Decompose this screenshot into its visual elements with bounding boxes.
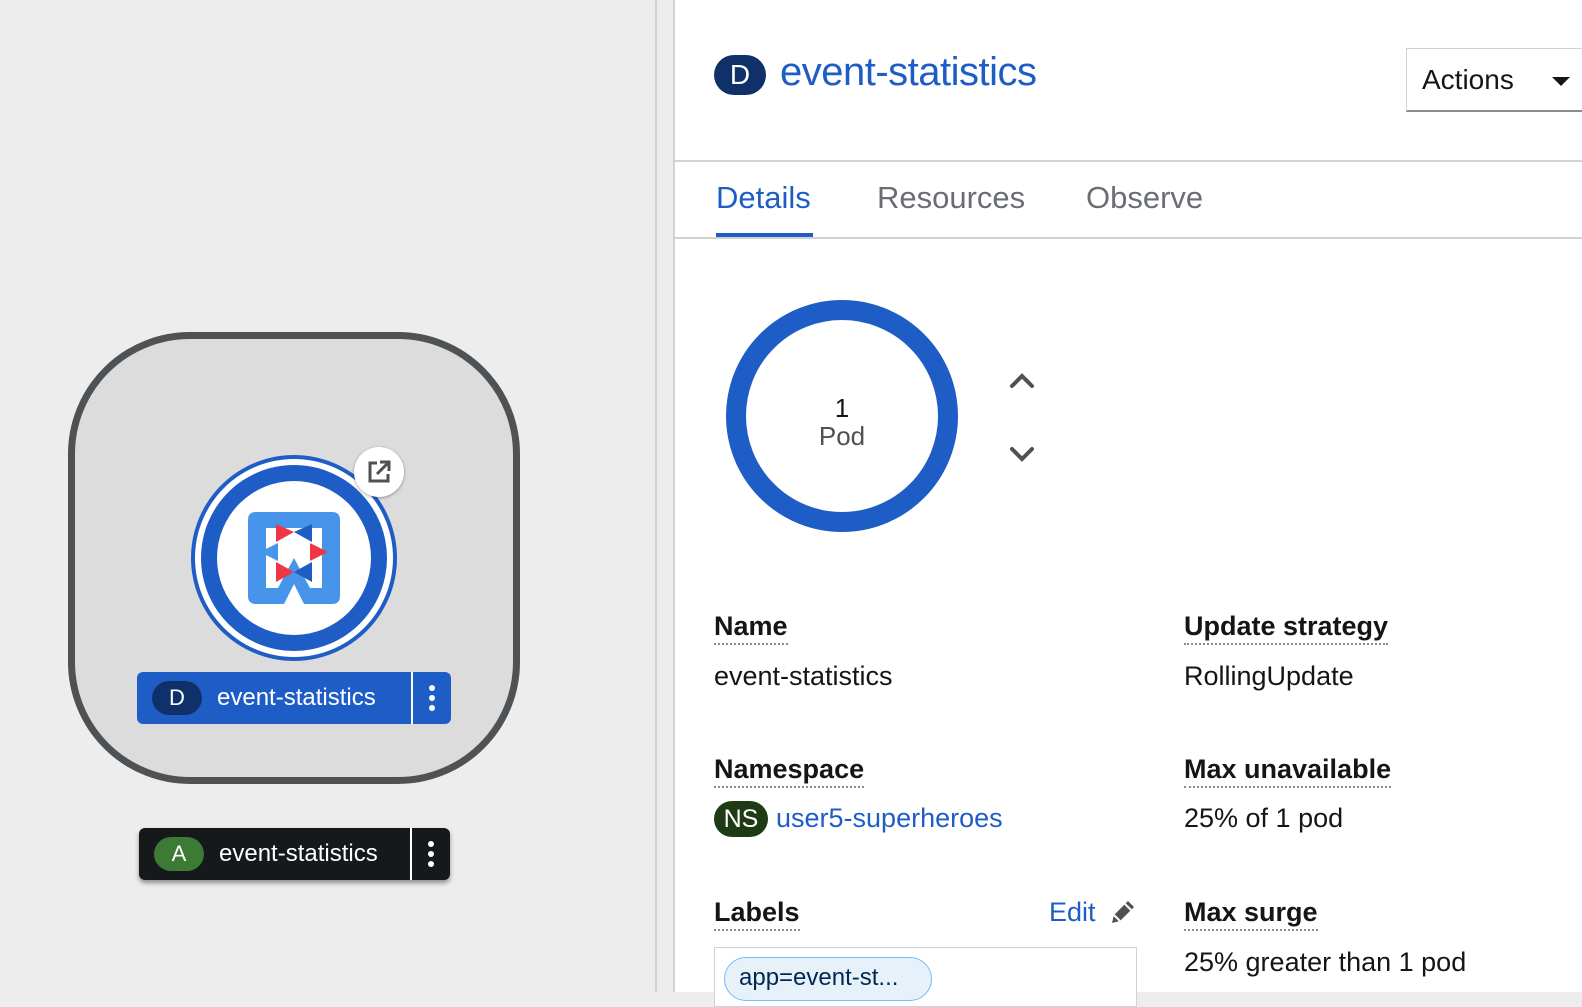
update-strategy-value: RollingUpdate <box>1184 661 1354 691</box>
namespace-badge: NS <box>714 801 768 837</box>
update-strategy-label[interactable]: Update strategy <box>1184 611 1389 645</box>
pencil-icon[interactable] <box>1108 897 1138 927</box>
deployment-kebab-menu-icon[interactable] <box>413 672 451 724</box>
max-unavailable-value: 25% of 1 pod <box>1184 803 1344 833</box>
scale-up-chevron-icon[interactable] <box>1008 367 1036 395</box>
topology-canvas[interactable]: D event-statistics A event-statistics <box>0 0 655 992</box>
max-surge-value: 25% greater than 1 pod <box>1184 947 1467 977</box>
actions-label: Actions <box>1422 63 1514 95</box>
resource-kind-badge: D <box>714 55 766 95</box>
labels-label[interactable]: Labels <box>714 897 800 931</box>
namespace-label[interactable]: Namespace <box>714 754 865 788</box>
external-link-icon <box>368 460 391 483</box>
deployment-node-name: event-statistics <box>217 684 376 711</box>
name-label[interactable]: Name <box>714 611 788 645</box>
labels-list: app=event-st... <box>714 947 1137 1007</box>
tab-resources[interactable]: Resources <box>877 180 1025 216</box>
application-group-label[interactable]: A event-statistics <box>139 828 450 880</box>
deployment-node-label[interactable]: D event-statistics <box>137 672 451 724</box>
max-unavailable-label[interactable]: Max unavailable <box>1184 754 1392 788</box>
tab-observe[interactable]: Observe <box>1086 180 1203 216</box>
deployment-kind-badge: D <box>152 681 202 715</box>
max-surge-label[interactable]: Max surge <box>1184 897 1318 931</box>
quarkus-icon <box>248 512 340 604</box>
name-value: event-statistics <box>714 661 893 691</box>
scale-down-chevron-icon[interactable] <box>1008 440 1036 468</box>
panel-title[interactable]: event-statistics <box>780 50 1037 95</box>
side-panel: D event-statistics Actions Details Resou… <box>675 0 1582 1007</box>
namespace-link[interactable]: user5-superheroes <box>776 803 1003 833</box>
label-chip[interactable]: app=event-st... <box>724 957 932 1001</box>
open-url-decorator[interactable] <box>354 447 404 497</box>
caret-down-icon <box>1552 77 1570 86</box>
tab-details[interactable]: Details <box>716 180 811 216</box>
actions-dropdown[interactable]: Actions <box>1406 48 1582 112</box>
application-group-name: event-statistics <box>219 840 378 867</box>
pod-ring <box>726 300 958 532</box>
application-kebab-menu-icon[interactable] <box>412 828 450 880</box>
labels-edit-link[interactable]: Edit <box>1049 897 1096 927</box>
application-kind-badge: A <box>154 837 204 871</box>
